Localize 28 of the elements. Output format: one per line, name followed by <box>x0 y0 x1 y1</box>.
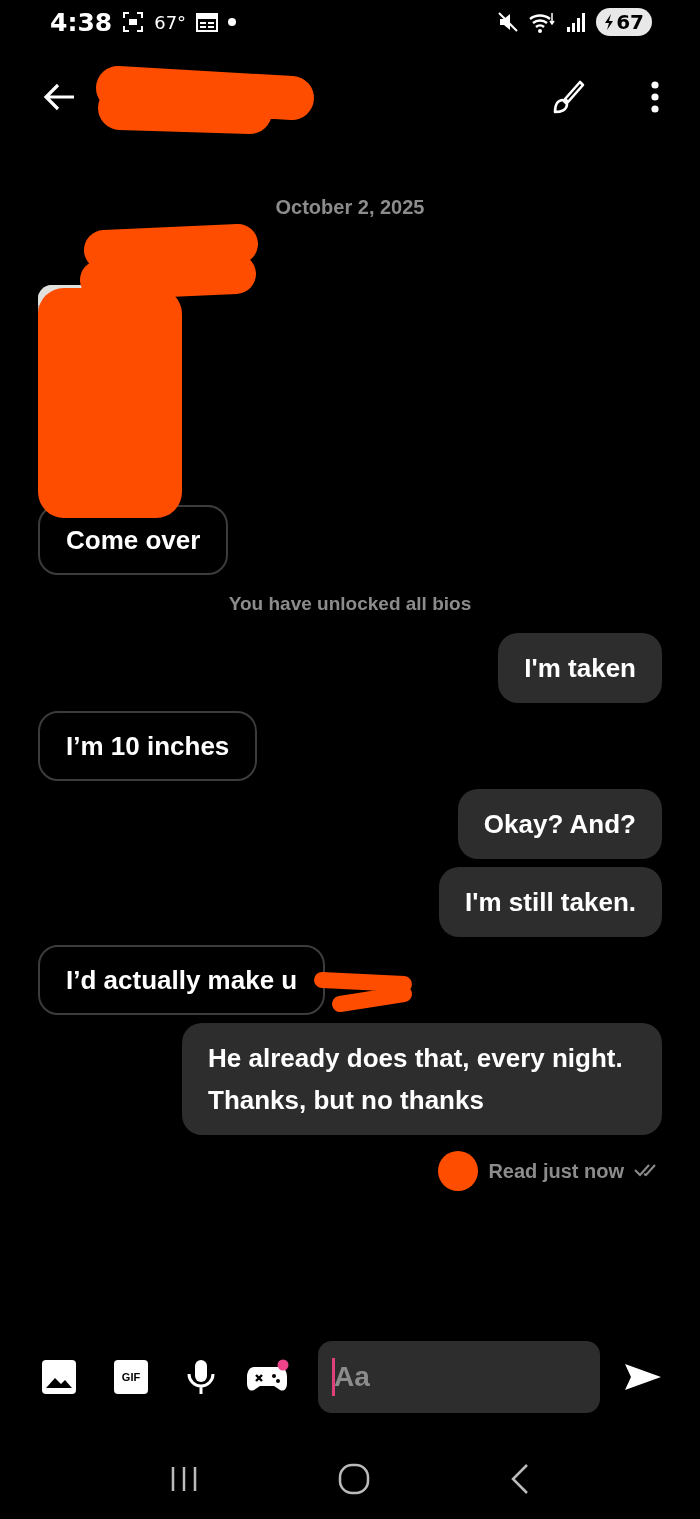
message-input[interactable]: Aa <box>318 1341 600 1413</box>
date-divider: October 2, 2025 <box>274 197 426 217</box>
redaction-mark <box>438 1151 479 1191</box>
message-bubble: I'm taken <box>498 633 662 703</box>
send-button[interactable] <box>624 1362 662 1392</box>
text-cursor <box>332 1358 335 1396</box>
more-options-button[interactable] <box>650 81 660 113</box>
calendar-icon <box>196 12 219 32</box>
battery-indicator: 67 <box>596 8 652 36</box>
message-bubble: I'm still taken. <box>439 867 662 937</box>
back-button[interactable] <box>42 82 76 112</box>
home-button[interactable] <box>338 1463 370 1495</box>
wifi-icon <box>528 11 557 33</box>
message-bubble: I’m 10 inches <box>38 711 258 781</box>
dot-icon <box>228 18 237 26</box>
message-bubble: Okay? And? <box>457 789 662 859</box>
clock: 4:38 <box>50 7 113 37</box>
notice-text: You have unlocked all bios <box>228 593 472 615</box>
message-bubble: I’d actually make u <box>38 945 326 1015</box>
gif-button[interactable]: GIF <box>114 1360 148 1394</box>
screenshot-icon <box>122 11 145 33</box>
signal-icon <box>566 12 587 32</box>
temperature: 67° <box>154 11 187 33</box>
microphone-button[interactable] <box>186 1359 216 1395</box>
gallery-button[interactable] <box>42 1360 76 1394</box>
mute-icon <box>498 12 519 32</box>
read-receipt: Read just now <box>488 1159 624 1183</box>
message-bubble: He already does that, every night. Thanks, but no thanks <box>182 1023 662 1135</box>
